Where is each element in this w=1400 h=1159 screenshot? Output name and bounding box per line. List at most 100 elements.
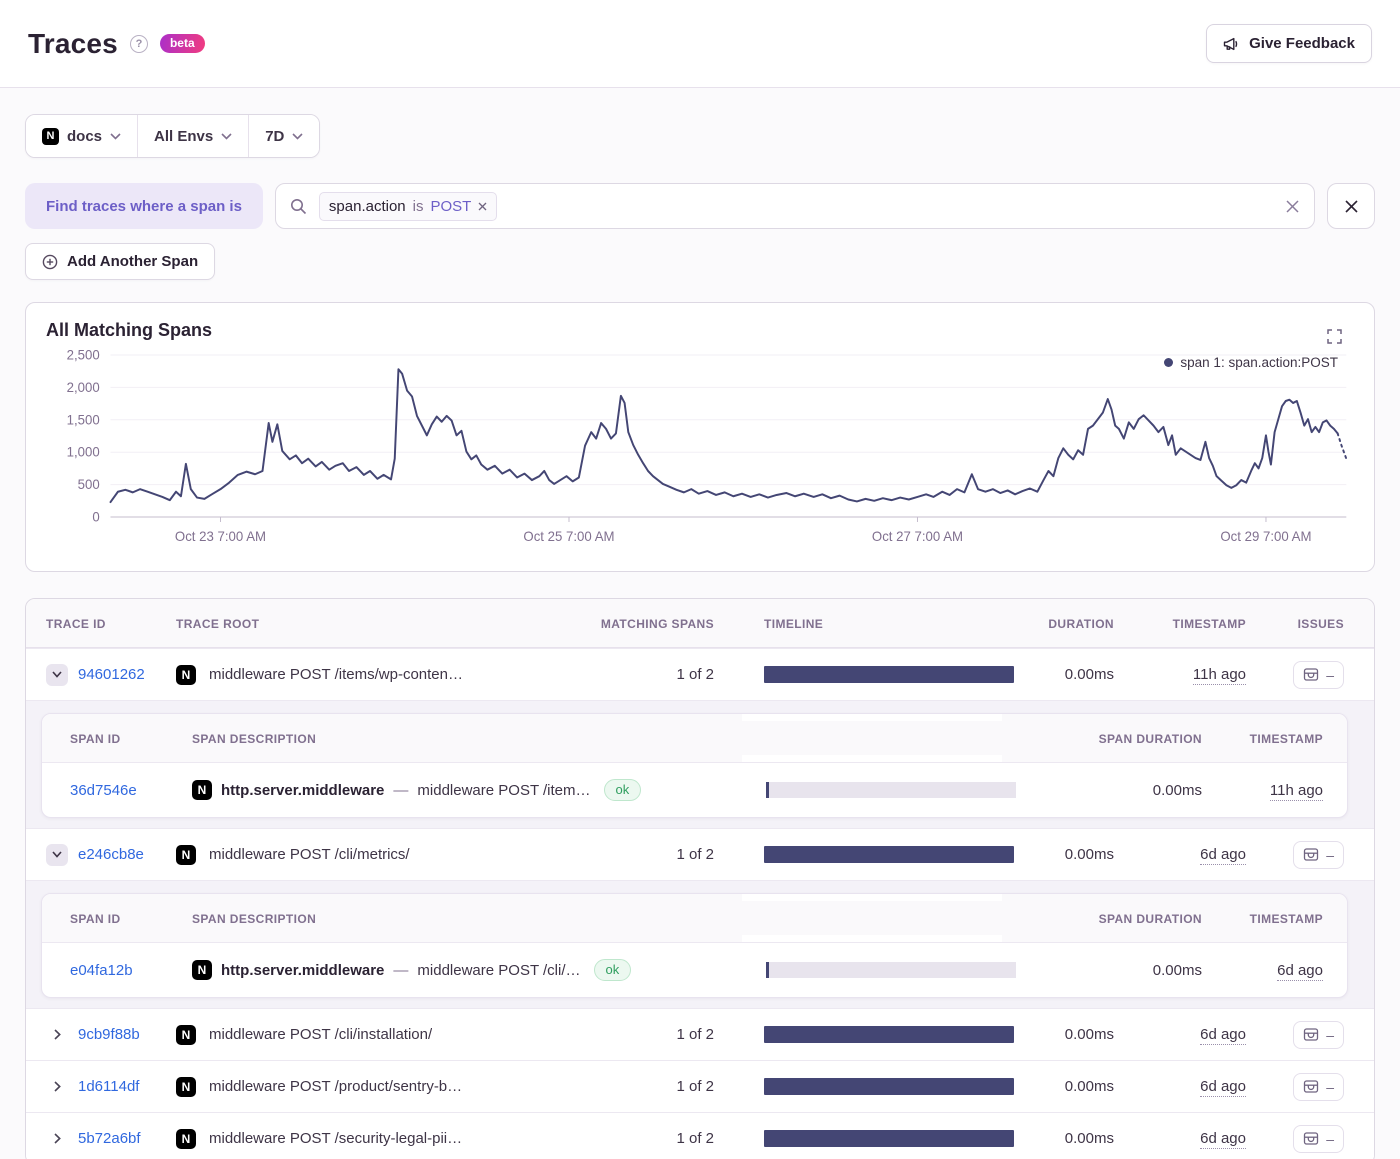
issues-icon [1303, 667, 1319, 682]
span-op: http.server.middleware [221, 782, 384, 799]
span-timestamp[interactable]: 11h ago [1270, 782, 1323, 801]
traces-table: Trace ID Trace Root Matching Spans Timel… [25, 598, 1375, 1159]
matching-spans-count: 1 of 2 [574, 846, 714, 863]
timeline-bar[interactable] [764, 846, 1014, 863]
matching-spans-count: 1 of 2 [574, 1078, 714, 1095]
svg-text:Oct 29 7:00 AM: Oct 29 7:00 AM [1220, 529, 1311, 544]
issues-button[interactable]: – [1293, 1021, 1344, 1049]
remove-token-icon[interactable] [478, 202, 487, 211]
span-id-link[interactable]: e04fa12b [70, 962, 133, 979]
trace-id-link[interactable]: 94601262 [78, 666, 145, 683]
timeline-bar[interactable] [764, 666, 1014, 683]
expand-row-button[interactable] [46, 1024, 68, 1046]
clear-search-icon[interactable] [1285, 199, 1300, 214]
trace-root-text: middleware POST /security-legal-pii… [209, 1130, 462, 1147]
nextjs-logo: N [176, 665, 196, 685]
environment-filter[interactable]: All Envs [137, 115, 248, 157]
trace-root-text: middleware POST /items/wp-conten… [209, 666, 463, 683]
legend-dot [1164, 358, 1173, 367]
search-icon [290, 198, 307, 215]
issues-button[interactable]: – [1293, 1073, 1344, 1101]
nextjs-project-icon: N [42, 128, 59, 145]
span-description: middleware POST /item… [417, 782, 590, 799]
timestamp-value[interactable]: 6d ago [1200, 1026, 1246, 1045]
svg-text:2,000: 2,000 [67, 380, 100, 395]
plus-circle-icon [42, 254, 58, 270]
expanded-span-section: Span ID Span Description Span Duration T… [26, 880, 1374, 1008]
page-title: Traces [28, 28, 118, 60]
page-header: Traces ? beta Give Feedback [0, 0, 1400, 88]
spans-line-chart[interactable]: 05001,0001,5002,0002,500Oct 23 7:00 AMOc… [40, 345, 1360, 563]
issues-icon [1303, 1131, 1319, 1146]
span-search-input[interactable]: span.action is POST [275, 183, 1315, 229]
query-token[interactable]: span.action is POST [319, 192, 497, 221]
nextjs-logo: N [192, 780, 212, 800]
svg-text:500: 500 [78, 477, 100, 492]
nextjs-logo: N [176, 845, 196, 865]
issues-icon [1303, 1079, 1319, 1094]
issues-icon [1303, 847, 1319, 862]
expanded-span-section: Span ID Span Description Span Duration T… [26, 700, 1374, 828]
issues-button[interactable]: – [1293, 661, 1344, 689]
svg-text:Oct 23 7:00 AM: Oct 23 7:00 AM [175, 529, 266, 544]
expand-row-button[interactable] [46, 1128, 68, 1150]
svg-text:1,000: 1,000 [67, 445, 100, 460]
svg-text:1,500: 1,500 [67, 412, 100, 427]
collapse-row-button[interactable] [46, 844, 68, 866]
timestamp-value[interactable]: 6d ago [1200, 846, 1246, 865]
beta-badge: beta [160, 34, 205, 53]
span-timestamp[interactable]: 6d ago [1277, 962, 1323, 981]
close-query-button[interactable] [1327, 183, 1375, 229]
give-feedback-button[interactable]: Give Feedback [1206, 24, 1372, 63]
project-filter[interactable]: N docs [26, 115, 137, 157]
trace-root-text: middleware POST /product/sentry-b… [209, 1078, 462, 1095]
matching-spans-count: 1 of 2 [574, 1026, 714, 1043]
nextjs-logo: N [176, 1077, 196, 1097]
trace-id-link[interactable]: 5b72a6bf [78, 1130, 141, 1147]
add-another-span-button[interactable]: Add Another Span [25, 243, 215, 280]
timestamp-value[interactable]: 6d ago [1200, 1130, 1246, 1149]
duration-value: 0.00ms [1004, 1026, 1114, 1043]
svg-text:Oct 27 7:00 AM: Oct 27 7:00 AM [872, 529, 963, 544]
help-icon[interactable]: ? [130, 35, 148, 53]
duration-value: 0.00ms [1004, 1130, 1114, 1147]
status-badge: ok [604, 779, 642, 801]
span-id-link[interactable]: 36d7546e [70, 782, 137, 799]
collapse-row-button[interactable] [46, 664, 68, 686]
trace-id-link[interactable]: 1d6114df [78, 1078, 139, 1095]
timestamp-value[interactable]: 6d ago [1200, 1078, 1246, 1097]
timeline-bar[interactable] [764, 1026, 1014, 1043]
svg-text:Oct 25 7:00 AM: Oct 25 7:00 AM [523, 529, 614, 544]
span-op: http.server.middleware [221, 962, 384, 979]
date-range-filter[interactable]: 7D [248, 115, 319, 157]
trace-id-link[interactable]: 9cb9f88b [78, 1026, 140, 1043]
issues-button[interactable]: – [1293, 1125, 1344, 1153]
all-matching-spans-panel: All Matching Spans span 1: span.action:P… [25, 302, 1375, 572]
timestamp-value[interactable]: 11h ago [1193, 666, 1246, 685]
table-row: 94601262 N middleware POST /items/wp-con… [26, 648, 1374, 700]
table-row: e246cb8e N middleware POST /cli/metrics/… [26, 828, 1374, 880]
chevron-down-icon [221, 133, 232, 140]
fullscreen-icon[interactable] [1327, 329, 1342, 344]
trace-root-text: middleware POST /cli/installation/ [209, 1026, 432, 1043]
span-duration-value: 0.00ms [1002, 782, 1202, 799]
nextjs-logo: N [192, 960, 212, 980]
matching-spans-count: 1 of 2 [574, 666, 714, 683]
span-query-label: Find traces where a span is [25, 183, 263, 229]
svg-text:0: 0 [92, 509, 99, 524]
duration-value: 0.00ms [1004, 1078, 1114, 1095]
timeline-bar[interactable] [764, 1130, 1014, 1147]
span-timeline-bar[interactable] [766, 782, 1016, 798]
status-badge: ok [594, 959, 632, 981]
expand-row-button[interactable] [46, 1076, 68, 1098]
table-header-row: Trace ID Trace Root Matching Spans Timel… [26, 599, 1374, 648]
timeline-bar[interactable] [764, 1078, 1014, 1095]
page-filter-bar: N docs All Envs 7D [25, 114, 320, 158]
issues-button[interactable]: – [1293, 841, 1344, 869]
span-timeline-bar[interactable] [766, 962, 1016, 978]
span-description: middleware POST /cli/… [417, 962, 580, 979]
duration-value: 0.00ms [1004, 846, 1114, 863]
trace-id-link[interactable]: e246cb8e [78, 846, 144, 863]
issues-icon [1303, 1027, 1319, 1042]
chart-legend-item[interactable]: span 1: span.action:POST [1164, 355, 1338, 370]
